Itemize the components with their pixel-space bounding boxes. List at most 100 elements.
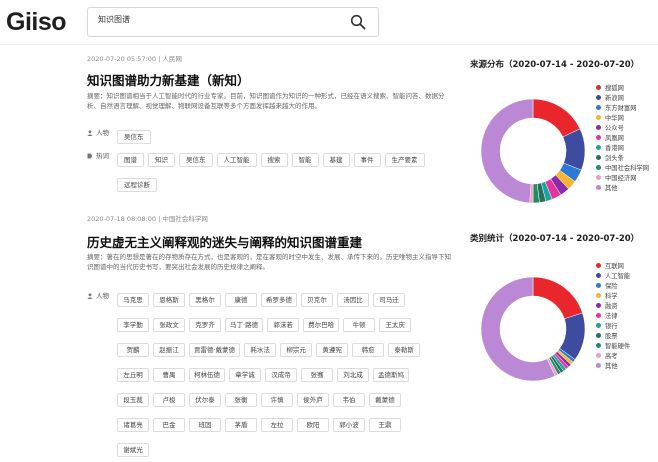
legend-label: 搜狐网 <box>605 85 624 92</box>
tag-chip[interactable]: 许慎 <box>261 393 293 407</box>
tag-chip[interactable]: 牛顿 <box>343 318 376 332</box>
tag-chip[interactable]: 泰勒斯 <box>388 343 421 357</box>
search-input[interactable] <box>96 14 340 25</box>
legend-label: 凤凰网 <box>605 135 624 142</box>
tag-chip[interactable]: 汉成帝 <box>265 368 297 382</box>
tag-chip[interactable]: 希罗多德 <box>261 293 297 307</box>
legend-item[interactable]: 人工智能 <box>596 272 630 282</box>
tag-chip[interactable]: 汤因比 <box>337 293 369 307</box>
tag-chip[interactable]: 赵振江 <box>153 343 185 357</box>
tag-chip[interactable]: 基建 <box>322 153 350 167</box>
tag-chip[interactable]: 王太庆 <box>379 318 412 332</box>
tag-chip[interactable]: 曹禺 <box>153 368 185 382</box>
tag-chip[interactable]: 张政文 <box>153 318 185 332</box>
tag-chip[interactable]: 韦伯 <box>333 393 365 407</box>
tag-chip[interactable]: 巴金 <box>153 418 185 432</box>
legend-item[interactable]: 股票 <box>596 332 630 342</box>
tag-chip[interactable]: 生产要素 <box>384 153 425 167</box>
tag-chip[interactable]: 人工智能 <box>216 153 257 167</box>
tag-chip[interactable]: 克罗齐 <box>189 318 221 332</box>
legend-item[interactable]: 中国经济网 <box>596 174 649 184</box>
tag-chip[interactable]: 图谱 <box>117 153 144 167</box>
tag-chip[interactable]: 吴信东 <box>117 130 151 144</box>
tag-chip[interactable]: 诸葛亮 <box>117 418 149 432</box>
legend-item[interactable]: 高考 <box>596 352 630 362</box>
tag-chip[interactable]: 恩格斯 <box>153 293 185 307</box>
tag-chip[interactable]: 郭小波 <box>333 418 365 432</box>
tag-chip[interactable]: 司马迁 <box>373 293 405 307</box>
tag-chip[interactable]: 贾雷德·戴蒙德 <box>189 343 241 357</box>
legend-item[interactable]: 其他 <box>596 362 630 372</box>
giiso-logo[interactable]: Giiso <box>6 8 67 37</box>
donut-slice[interactable] <box>532 276 583 320</box>
tag-chip[interactable]: 侯外庐 <box>297 393 329 407</box>
tag-chip[interactable]: 郭沫若 <box>267 318 300 332</box>
legend-item[interactable]: 东方财富网 <box>596 104 649 114</box>
tag-chip[interactable]: 张骞 <box>301 368 333 382</box>
tag-chip[interactable]: 张衡 <box>225 393 257 407</box>
legend-item[interactable]: 剑头条 <box>596 154 649 164</box>
article-title[interactable]: 知识图谱助力新基建（新知） <box>87 70 250 89</box>
tag-chip[interactable]: 韩愈 <box>352 343 385 357</box>
tag-chip[interactable]: 贝克尔 <box>301 293 333 307</box>
legend-item[interactable]: 保险 <box>596 282 630 292</box>
donut-slice[interactable] <box>480 98 534 204</box>
tag-chip[interactable]: 费尔巴哈 <box>303 318 340 332</box>
tag-chip[interactable]: 黑格尔 <box>189 293 221 307</box>
tag-chip[interactable]: 搜索 <box>260 153 288 167</box>
tag-chip[interactable]: 孟德斯鸠 <box>373 368 409 382</box>
tag-chip[interactable]: 康德 <box>225 293 257 307</box>
legend-item[interactable]: 搜狐网 <box>596 84 649 94</box>
tag-chip[interactable]: 耗水法 <box>244 343 277 357</box>
tag-chip[interactable]: 柳宗元 <box>280 343 313 357</box>
legend-item[interactable]: 新浪网 <box>596 94 649 104</box>
search-icon[interactable] <box>350 14 366 30</box>
tag-chip[interactable]: 事件 <box>353 153 381 167</box>
hotword-tags: 图谱 知识 吴信东 人工智能 搜索 智能 基建 事件 生产要素远程诊断 <box>117 147 437 197</box>
article-title[interactable]: 历史虚无主义阐释观的迷失与阐释的知识图谱重建 <box>87 232 362 251</box>
people-tags: 吴信东 <box>117 124 437 149</box>
legend-item[interactable]: 中华网 <box>596 114 649 124</box>
tag-chip[interactable]: 卢梭 <box>153 393 185 407</box>
tag-chip[interactable]: 欧阳 <box>297 418 329 432</box>
tag-chip[interactable]: 王鼎 <box>369 418 401 432</box>
legend-item[interactable]: 互联网 <box>596 262 630 272</box>
hot-row-label: 热词 <box>87 150 109 160</box>
tag-chip[interactable]: 伏尔泰 <box>189 393 221 407</box>
legend-item[interactable]: 公众号 <box>596 124 649 134</box>
tag-chip[interactable]: 谢斌光 <box>117 443 149 457</box>
tag-chip[interactable]: 知识 <box>148 153 175 167</box>
category-donut-chart <box>480 276 586 382</box>
donut-slice[interactable] <box>532 98 581 138</box>
legend-item[interactable]: 智能硬件 <box>596 342 630 352</box>
tag-chip[interactable]: 智能 <box>291 153 319 167</box>
tag-chip[interactable]: 黄遵宪 <box>316 343 349 357</box>
tag-chip[interactable]: 远程诊断 <box>117 178 157 192</box>
legend-label: 智能硬件 <box>605 343 631 350</box>
tag-chip[interactable]: 马丁·路德 <box>225 318 264 332</box>
legend-item[interactable]: 凤凰网 <box>596 134 649 144</box>
article-abstract: 摘要：著在的思想是著在的存物质存在方式，也是客观的，是在客观的时空中发生、发展、… <box>87 253 451 271</box>
legend-item[interactable]: 中国社会科学网 <box>596 164 649 174</box>
legend-item[interactable]: 科学 <box>596 292 630 302</box>
legend-item[interactable]: 其他 <box>596 184 649 194</box>
legend-item[interactable]: 香港网 <box>596 144 649 154</box>
tag-chip[interactable]: 左丘明 <box>117 368 149 382</box>
legend-item[interactable]: 融资 <box>596 302 630 312</box>
tag-chip[interactable]: 李学勤 <box>117 318 149 332</box>
tag-chip[interactable]: 段玉裁 <box>117 393 149 407</box>
tag-chip[interactable]: 左拉 <box>261 418 293 432</box>
tag-chip[interactable]: 柯林伍德 <box>189 368 225 382</box>
legend-label: 公众号 <box>605 125 624 132</box>
tag-chip[interactable]: 刘北成 <box>337 368 369 382</box>
tag-chip[interactable]: 戴蒙德 <box>369 393 401 407</box>
tag-chip[interactable]: 吴信东 <box>179 153 213 167</box>
tag-chip[interactable]: 章学诚 <box>229 368 261 382</box>
legend-item[interactable]: 法律 <box>596 312 630 322</box>
tag-chip[interactable]: 班固 <box>189 418 221 432</box>
tag-chip[interactable]: 马克思 <box>117 293 149 307</box>
legend-label: 人工智能 <box>605 273 631 280</box>
tag-chip[interactable]: 茅盾 <box>225 418 257 432</box>
tag-chip[interactable]: 贺麟 <box>117 343 149 357</box>
legend-item[interactable]: 银行 <box>596 322 630 332</box>
